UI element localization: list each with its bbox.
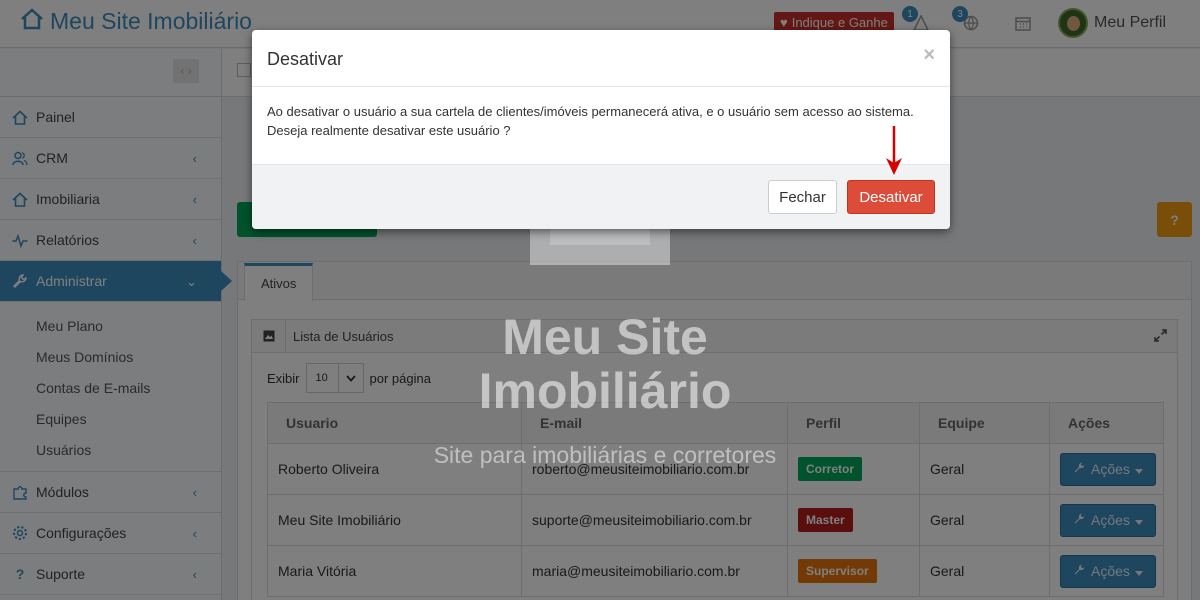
close-icon[interactable]: ×: [923, 44, 935, 67]
modal-message: Ao desativar o usuário a sua cartela de …: [267, 104, 914, 119]
modal-footer: Fechar Desativar: [252, 164, 950, 229]
arrow-down-icon: [886, 126, 902, 175]
modal-header: Desativar ×: [252, 30, 950, 87]
deactivate-modal: Desativar × Ao desativar o usuário a sua…: [252, 30, 950, 229]
modal-question: Deseja realmente desativar este usuário …: [267, 123, 511, 138]
modal-body: Ao desativar o usuário a sua cartela de …: [252, 87, 950, 164]
modal-title: Desativar: [267, 49, 344, 69]
fechar-button[interactable]: Fechar: [768, 180, 837, 214]
desativar-button[interactable]: Desativar: [847, 180, 935, 214]
